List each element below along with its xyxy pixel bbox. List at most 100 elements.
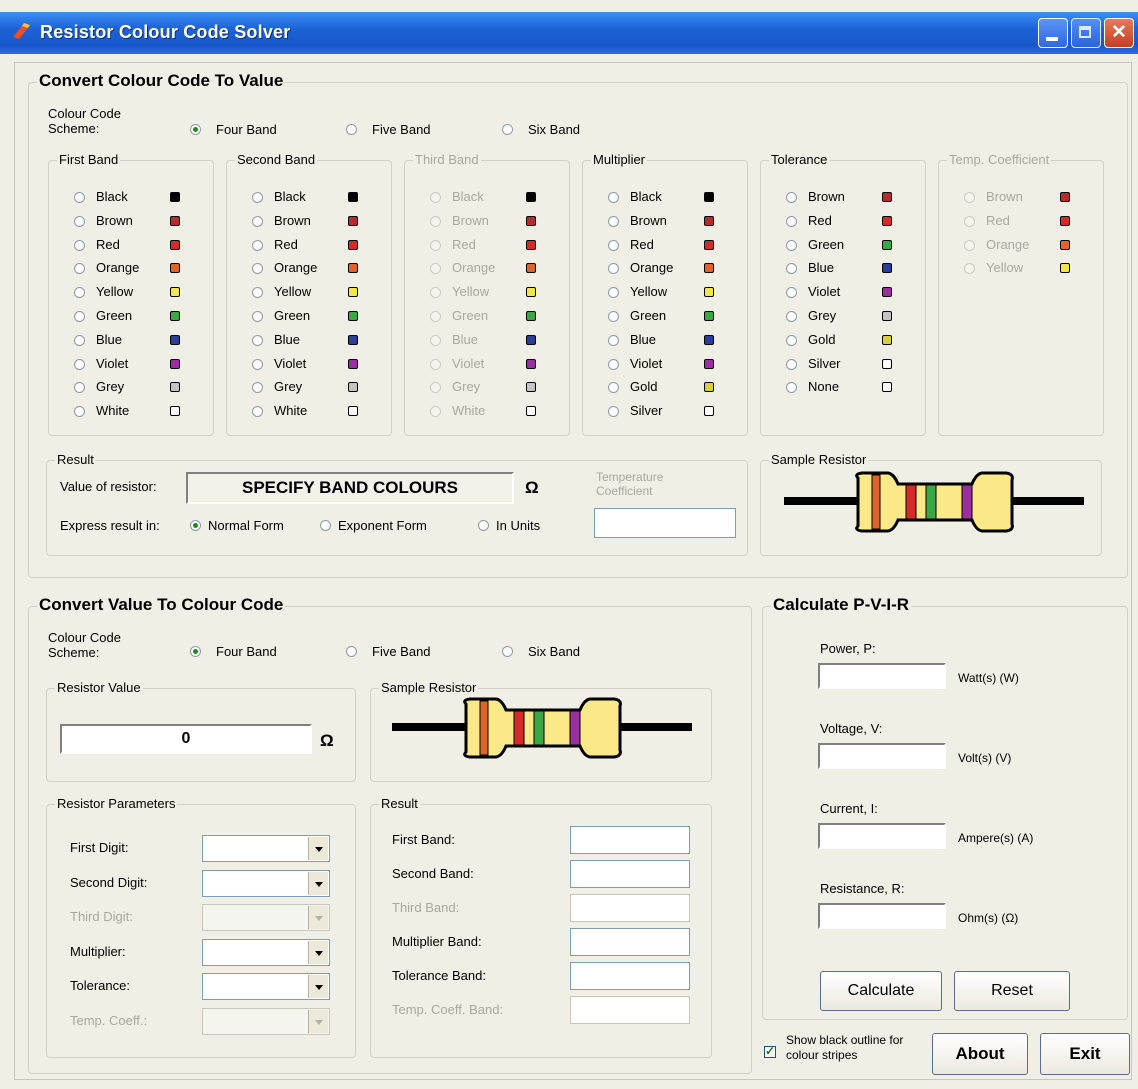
pvir-label-resistance-r: Resistance, R: <box>820 881 905 896</box>
main-window: Resistor Colour Code Solver Convert Colo… <box>0 0 1138 1089</box>
band-radio-green[interactable] <box>608 311 619 322</box>
band-option-label: Brown <box>274 212 311 228</box>
band-radio-brown[interactable] <box>74 215 85 227</box>
param-combo-multiplier[interactable] <box>202 938 330 966</box>
band-option-label: Brown <box>808 189 845 204</box>
pvir-input-current-i[interactable] <box>818 823 946 849</box>
chevron-down-icon[interactable] <box>308 940 328 964</box>
band-radio-green[interactable] <box>74 311 85 322</box>
express-radio-in-units[interactable] <box>478 520 489 531</box>
colour-swatch-grey <box>170 382 180 393</box>
band-radio-brown[interactable] <box>252 215 263 227</box>
scheme-radio-four-band[interactable] <box>190 646 201 657</box>
sample-resistor-label: Sample Resistor <box>769 452 869 467</box>
express-label-normal-form: Normal Form <box>208 518 284 533</box>
band-radio-violet[interactable] <box>252 358 263 370</box>
band-radio-violet[interactable] <box>608 358 619 370</box>
pvir-input-voltage-v[interactable] <box>818 743 946 769</box>
pvir-unit: Ohm(s) (Ω) <box>958 911 1019 925</box>
band-option-label: Orange <box>452 260 496 276</box>
result-field-third-band <box>570 894 690 922</box>
pvir-input-power-p[interactable] <box>818 663 946 689</box>
pvir-input-resistance-r[interactable] <box>818 903 946 929</box>
minimize-button[interactable] <box>1038 18 1068 48</box>
scheme-radio-five-band[interactable] <box>346 646 357 657</box>
result-label-tolerance-band: Tolerance Band: <box>392 968 486 983</box>
band-option-label: White <box>96 403 130 419</box>
param-label-second-digit: Second Digit: <box>70 874 148 890</box>
band-radio-red[interactable] <box>74 239 85 251</box>
band-radio-green[interactable] <box>786 239 797 251</box>
scheme-label: Colour Code Scheme: <box>48 106 121 136</box>
chevron-down-icon[interactable] <box>308 837 328 860</box>
express-radio-normal-form[interactable] <box>190 520 201 531</box>
band-radio-gold[interactable] <box>786 334 797 346</box>
outline-checkbox[interactable] <box>764 1044 776 1058</box>
resistor-value-label: Resistor Value <box>55 680 143 695</box>
band-option-label: Orange <box>274 260 318 276</box>
scheme-radio-six-band[interactable] <box>502 124 513 135</box>
express-radio-exponent-form[interactable] <box>320 520 331 531</box>
band-radio-black[interactable] <box>608 192 619 203</box>
chevron-down-icon[interactable] <box>308 871 328 895</box>
param-combo-second-digit[interactable] <box>202 869 330 897</box>
colour-swatch-silver <box>882 358 892 369</box>
maximize-button[interactable] <box>1071 18 1101 48</box>
result-field-temp-coeff-band <box>570 996 690 1024</box>
band-option-label: Yellow <box>96 284 134 300</box>
band-radio-brown[interactable] <box>608 215 619 227</box>
band-radio-red[interactable] <box>252 239 263 251</box>
chevron-down-icon <box>308 1009 328 1033</box>
scheme-radio-six-band[interactable] <box>502 646 513 657</box>
exit-button[interactable]: Exit <box>1040 1033 1130 1075</box>
band-radio-black[interactable] <box>252 192 263 203</box>
band-option-label: Red <box>986 212 1010 228</box>
result-label-third-band: Third Band: <box>392 900 460 915</box>
resistor-stripe-green <box>533 710 545 746</box>
colour-swatch-brown <box>526 215 536 226</box>
band-radio-blue[interactable] <box>252 334 263 346</box>
band-option-label: Blue <box>96 331 123 347</box>
scheme-radio-five-band[interactable] <box>346 124 357 135</box>
reset-button[interactable]: Reset <box>954 971 1070 1011</box>
band-radio-blue[interactable] <box>608 334 619 346</box>
band-option-label: Violet <box>274 355 307 371</box>
param-label-third-digit: Third Digit: <box>70 909 133 924</box>
about-button[interactable]: About <box>932 1033 1028 1075</box>
colour-swatch-blue <box>348 334 358 345</box>
colour-swatch-blue <box>170 334 180 345</box>
close-button[interactable] <box>1104 18 1134 48</box>
scheme-label-five-band: Five Band <box>372 644 431 659</box>
band-option-label: Red <box>274 236 298 252</box>
title-bar[interactable]: Resistor Colour Code Solver <box>0 12 1138 54</box>
colour-swatch-red <box>882 215 892 226</box>
colour-swatch-green <box>526 311 536 321</box>
band-radio-brown[interactable] <box>786 192 797 203</box>
calculate-button[interactable]: Calculate <box>820 971 942 1011</box>
chevron-down-icon[interactable] <box>308 975 328 998</box>
band-radio-grey[interactable] <box>786 311 797 322</box>
param-combo-temp-coeff <box>202 1007 330 1035</box>
param-combo-tolerance[interactable] <box>202 973 330 1000</box>
band-option-label: Black <box>96 189 128 204</box>
colour-swatch-black <box>704 192 714 202</box>
band-radio-green[interactable] <box>252 311 263 322</box>
band-radio-green <box>430 311 441 322</box>
band-option-label: Orange <box>96 260 140 276</box>
colour-swatch-gold <box>704 382 714 393</box>
band-radio-violet[interactable] <box>74 358 85 370</box>
colour-swatch-violet <box>704 358 714 369</box>
scheme-radio-four-band[interactable] <box>190 124 201 135</box>
resistor-stripe-orange <box>871 474 881 530</box>
pvir-unit: Watt(s) (W) <box>958 671 1019 685</box>
param-combo-first-digit[interactable] <box>202 835 330 862</box>
result-label-first-band: First Band: <box>392 832 455 847</box>
temp-coefficient-field[interactable] <box>594 508 736 538</box>
band-radio-silver[interactable] <box>786 358 797 370</box>
colour-swatch-grey <box>882 311 892 321</box>
band-radio-black[interactable] <box>74 192 85 203</box>
band-radio-red[interactable] <box>786 215 797 227</box>
resistor-value-input[interactable]: 0 <box>60 724 312 754</box>
band-radio-blue[interactable] <box>74 334 85 346</box>
band-radio-red[interactable] <box>608 239 619 251</box>
